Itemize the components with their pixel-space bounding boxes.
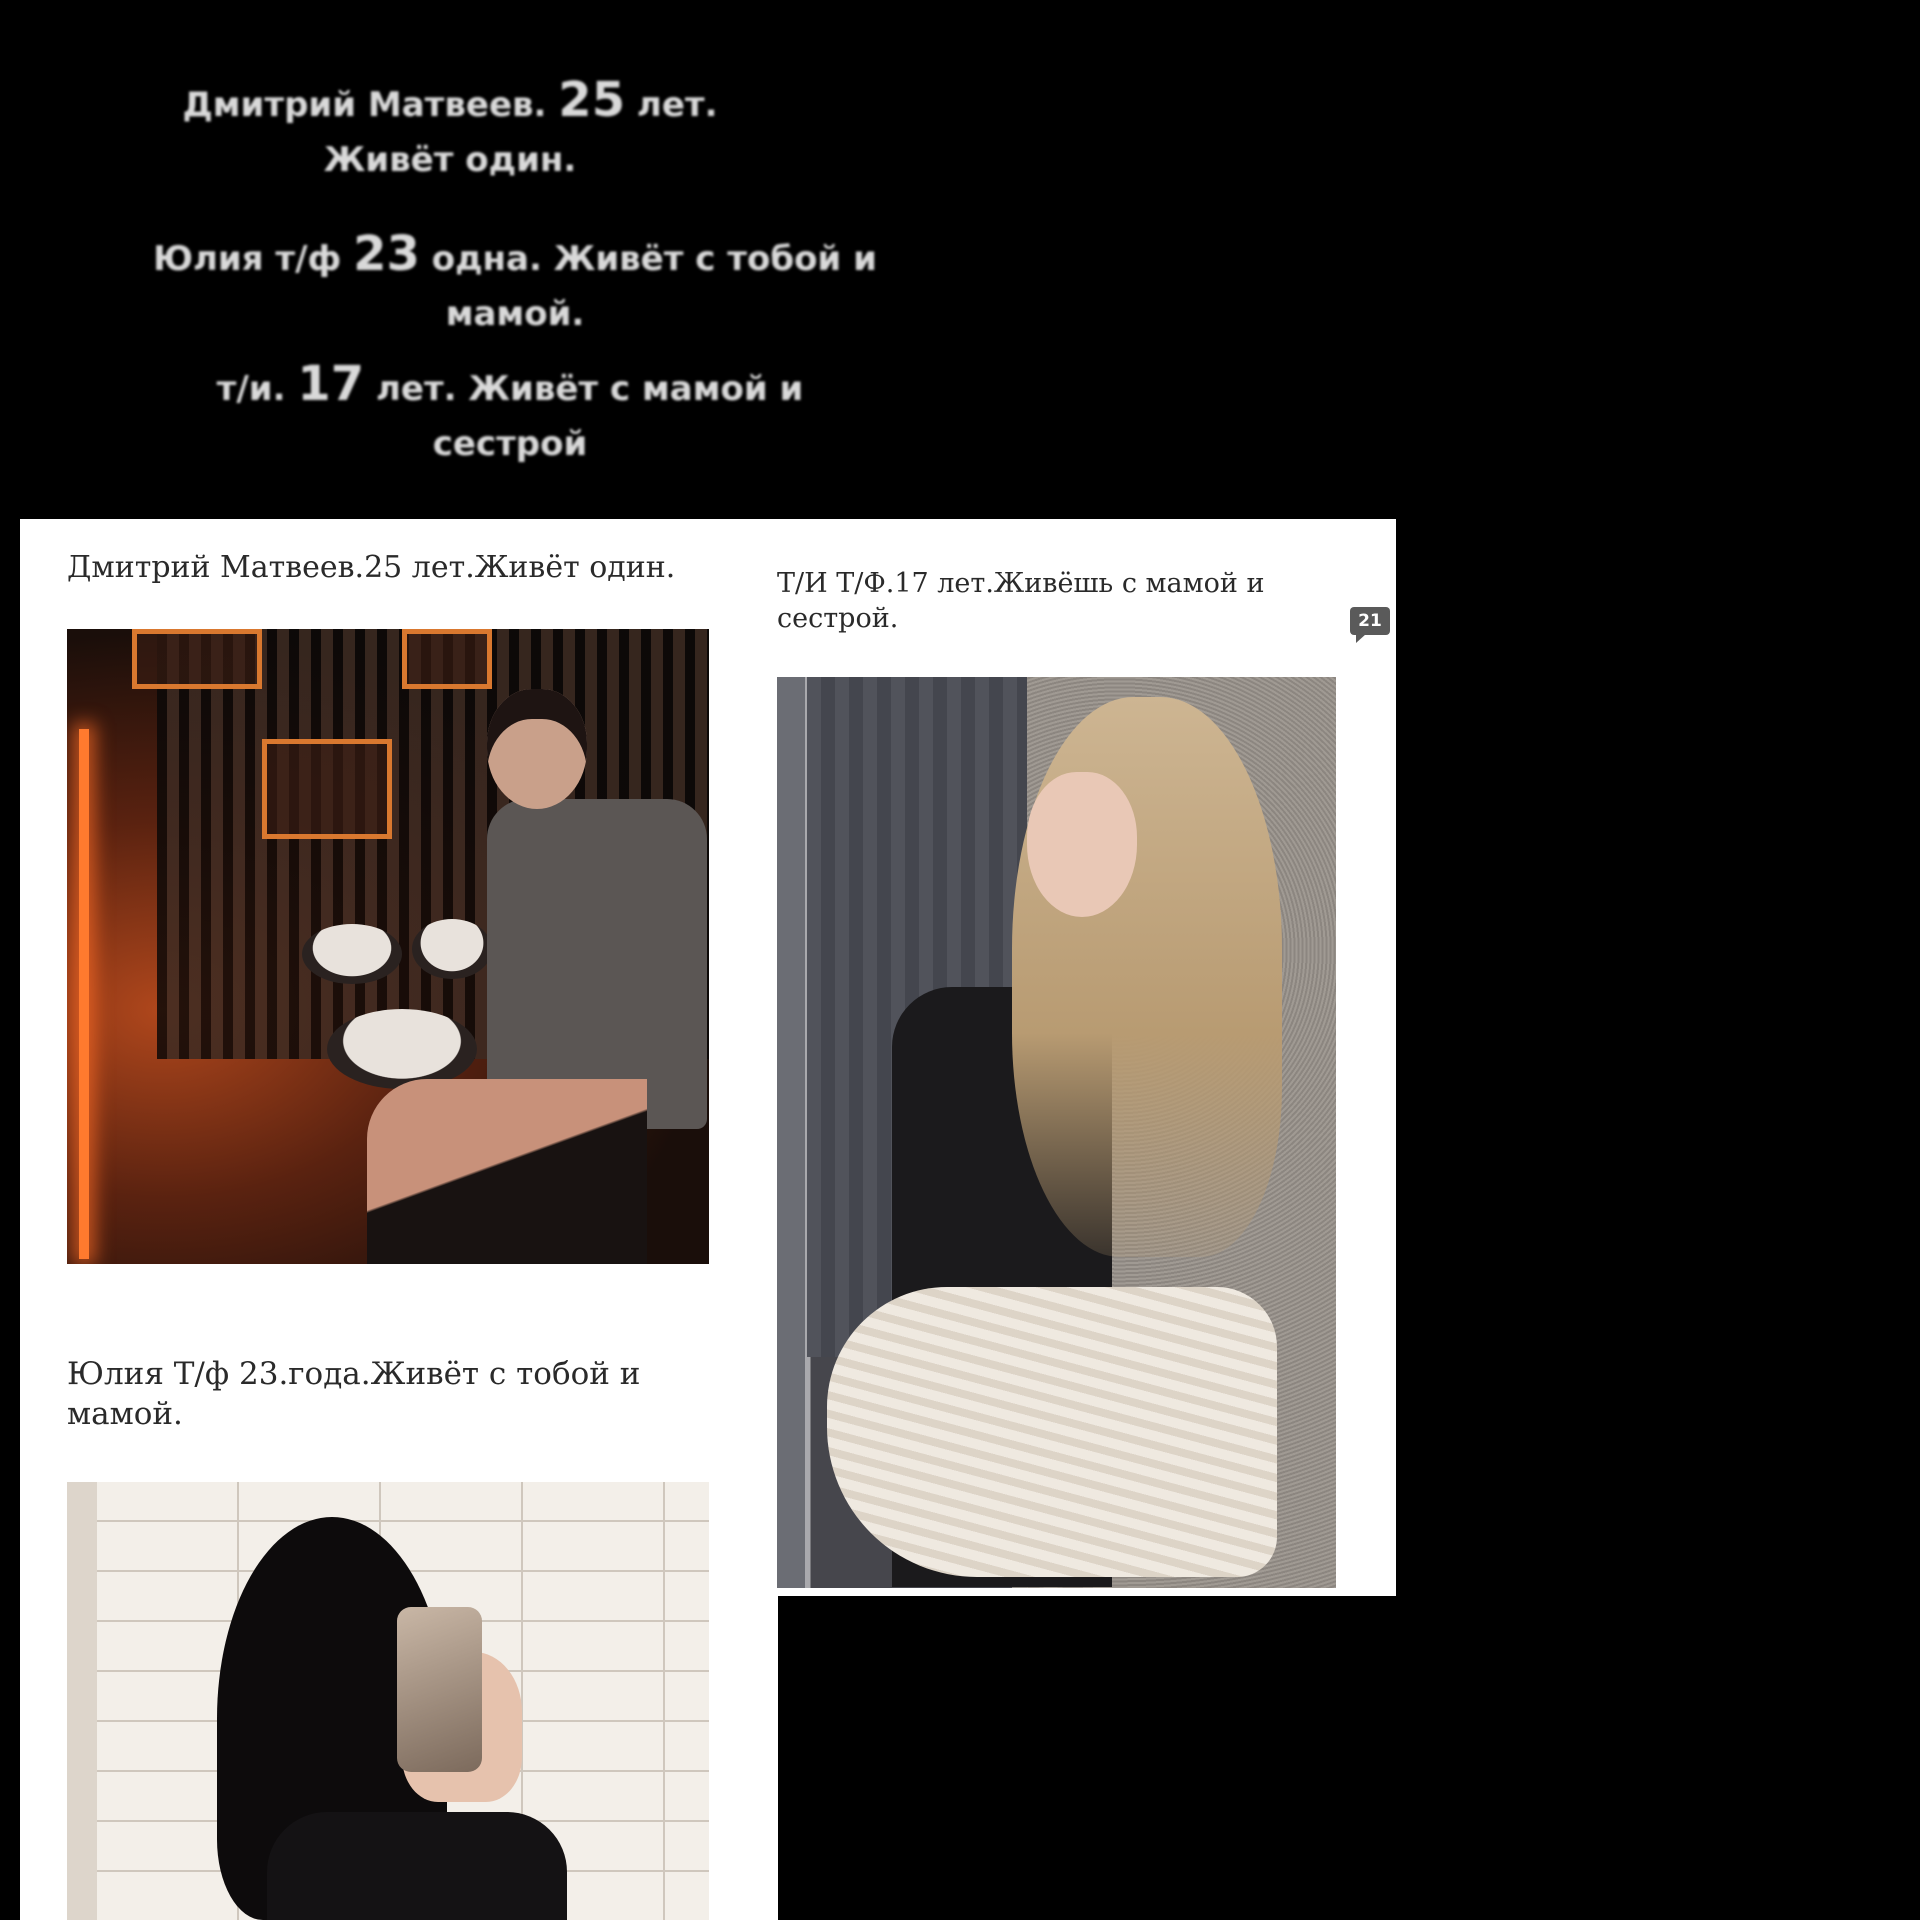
caption-text: лет. Живёт с мамой и сестрой <box>364 369 804 464</box>
drum <box>327 1009 477 1089</box>
dmitriy-photo[interactable] <box>67 629 709 1264</box>
caption-text: Юлия т/ф <box>153 239 354 279</box>
caption-ti: т/и. 17 лет. Живёт с мамой и сестрой <box>200 350 820 469</box>
comment-count-badge[interactable]: 21 <box>1350 607 1390 643</box>
caption-text: одна. Живёт с тобой и мамой. <box>419 239 877 334</box>
caption-text: т/и. <box>216 369 298 409</box>
wall-frame <box>132 629 262 689</box>
neon-light <box>79 729 89 1259</box>
wall-frame <box>402 629 492 689</box>
caption-text: Дмитрий Матвеев. <box>182 85 559 125</box>
leather-jacket <box>267 1812 567 1920</box>
ti-label: Т/И Т/Ф.17 лет.Живёшь с мамой и сестрой. <box>777 568 1265 635</box>
yulia-photo[interactable] <box>67 1482 709 1920</box>
ti-photo[interactable] <box>777 677 1336 1588</box>
caption-number: 23 <box>353 226 420 282</box>
phone <box>397 1607 482 1772</box>
caption-number: 25 <box>558 72 626 128</box>
person-head <box>487 689 587 809</box>
dmitriy-label: Дмитрий Матвеев.25 лет.Живёт один. <box>67 550 676 585</box>
caption-number: 17 <box>297 356 365 412</box>
face <box>1027 772 1137 917</box>
drum <box>412 919 492 979</box>
drum <box>302 924 402 984</box>
caption-yulia: Юлия т/ф 23 одна. Живёт с тобой и мамой. <box>150 220 880 339</box>
knit-sweater <box>827 1287 1277 1577</box>
person-legs <box>367 1079 647 1264</box>
yulia-label: Юлия Т/ф 23.года.Живёт с тобой и мамой. <box>67 1356 641 1433</box>
door-frame <box>67 1482 97 1920</box>
caption-dmitriy: Дмитрий Матвеев. 25 лет. Живёт один. <box>120 66 780 185</box>
wall-frame <box>262 739 392 839</box>
